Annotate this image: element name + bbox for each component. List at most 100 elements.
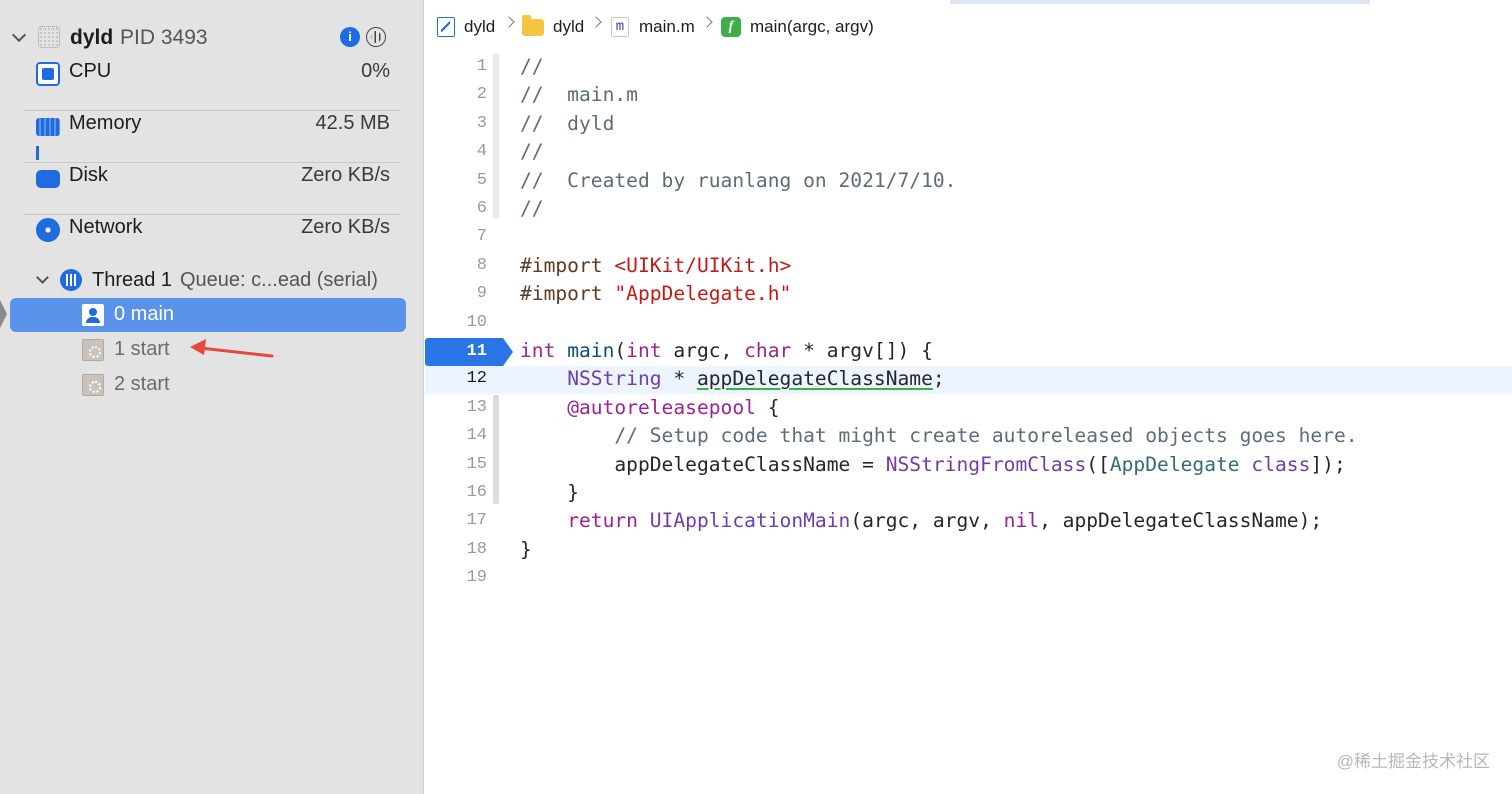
code-text[interactable]: NSString * appDelegateClassName; — [520, 367, 945, 390]
code-token: (argc, argv, — [850, 509, 1004, 533]
chevron-down-icon[interactable] — [36, 271, 49, 284]
line-number[interactable]: 15 — [425, 455, 487, 474]
code-token: main — [567, 339, 615, 362]
line-number[interactable]: 16 — [425, 483, 487, 502]
stack-frame-2[interactable]: 2 start — [10, 368, 406, 402]
breadcrumb-file[interactable]: m main.m — [611, 14, 695, 40]
info-icon[interactable]: i — [340, 27, 360, 47]
code-text[interactable]: // main.m — [520, 83, 638, 106]
line-number[interactable]: 18 — [425, 540, 487, 559]
line-number[interactable]: 12 — [425, 369, 487, 388]
code-token: "AppDelegate.h" — [614, 282, 792, 306]
line-number[interactable]: 14 — [425, 426, 487, 445]
code-token: // Created by ruanlang on 2021/7/10. — [520, 168, 957, 192]
code-text[interactable]: appDelegateClassName = NSStringFromClass… — [520, 452, 1346, 476]
breadcrumb-symbol[interactable]: f main(argc, argv) — [721, 14, 874, 40]
code-line[interactable]: 4 // — [425, 139, 1512, 167]
source-editor[interactable]: 1 // 2 // main.m 3 // dyld 4 // 5 // Created by r… — [425, 52, 1512, 794]
stack-frame-0[interactable]: 0 main — [10, 298, 406, 332]
line-number[interactable]: 7 — [425, 227, 487, 246]
code-line[interactable]: 1 // — [425, 54, 1512, 82]
code-token: #import — [520, 253, 615, 277]
network-icon — [36, 218, 60, 242]
code-line[interactable]: 18} — [425, 537, 1512, 565]
code-line[interactable]: 16 } — [425, 480, 1512, 508]
code-text[interactable]: // dyld — [520, 112, 614, 135]
line-number[interactable]: 9 — [425, 284, 487, 303]
line-number[interactable]: 4 — [425, 142, 487, 161]
code-text[interactable]: // — [520, 197, 544, 220]
code-token: <UIKit/UIKit.h> — [614, 253, 792, 277]
gauge-label: Disk — [69, 164, 108, 186]
code-token: nil — [1003, 509, 1040, 533]
line-number[interactable]: 3 — [425, 114, 487, 133]
code-line[interactable]: 10 — [425, 310, 1512, 338]
code-line[interactable]: 15 appDelegateClassName = NSStringFromCl… — [425, 452, 1512, 480]
code-text[interactable]: } — [520, 538, 532, 561]
code-text[interactable]: @autoreleasepool { — [520, 395, 779, 419]
frame-label: 2 start — [114, 373, 170, 395]
breakpoint-marker[interactable]: 11 — [425, 338, 513, 366]
code-line[interactable]: 19 — [425, 565, 1512, 593]
code-token: // dyld — [520, 111, 615, 135]
code-line[interactable]: 9 #import "AppDelegate.h" — [425, 281, 1512, 309]
gauge-cpu[interactable]: CPU 0% — [24, 58, 400, 111]
line-number[interactable]: 5 — [425, 171, 487, 190]
code-token: appDelegateClassName — [696, 367, 933, 391]
process-row[interactable]: dyld PID 3493 i — [0, 22, 400, 54]
code-line[interactable]: 6 // — [425, 196, 1512, 224]
line-number[interactable]: 2 — [425, 85, 487, 104]
code-token: class — [1251, 452, 1311, 476]
line-number[interactable]: 8 — [425, 256, 487, 275]
code-text[interactable]: // — [520, 140, 544, 163]
line-number[interactable]: 17 — [425, 511, 487, 530]
xcode-project-icon — [437, 17, 455, 37]
code-line[interactable]: 3 // dyld — [425, 111, 1512, 139]
code-line[interactable]: 17 return UIApplicationMain(argc, argv, … — [425, 508, 1512, 536]
process-icon — [38, 26, 60, 48]
code-text[interactable]: } — [520, 481, 579, 504]
code-token: return — [567, 509, 638, 533]
line-number[interactable]: 1 — [425, 57, 487, 76]
line-number[interactable]: 6 — [425, 199, 487, 218]
code-text[interactable]: int main(int argc, char * argv[]) { — [520, 339, 933, 362]
code-line[interactable]: 5 // Created by ruanlang on 2021/7/10. — [425, 168, 1512, 196]
breadcrumb-project[interactable]: dyld — [437, 14, 495, 40]
chevron-right-icon — [503, 16, 515, 28]
code-text[interactable]: return UIApplicationMain(argc, argv, nil… — [520, 509, 1322, 532]
line-number[interactable]: 10 — [425, 313, 487, 332]
disk-icon — [36, 170, 60, 188]
code-token: // — [520, 140, 544, 164]
line-number[interactable]: 13 — [425, 398, 487, 417]
code-line[interactable]: 8 #import <UIKit/UIKit.h> — [425, 253, 1512, 281]
code-line[interactable]: 2 // main.m — [425, 82, 1512, 110]
gauge-memory[interactable]: Memory 42.5 MB — [24, 110, 400, 163]
code-text[interactable]: // Setup code that might create autorele… — [520, 424, 1357, 447]
code-line[interactable]: 13 @autoreleasepool { — [425, 395, 1512, 423]
chevron-down-icon[interactable] — [11, 27, 27, 43]
code-token: @autoreleasepool — [567, 395, 756, 419]
code-token: ]); — [1310, 452, 1346, 476]
code-token: NSStringFromClass — [885, 452, 1087, 476]
breadcrumb-label: dyld — [553, 17, 585, 36]
code-text[interactable]: // Created by ruanlang on 2021/7/10. — [520, 169, 956, 192]
code-line[interactable]: 7 — [425, 224, 1512, 252]
code-token: * argv[]) { — [791, 339, 933, 362]
gauge-disk[interactable]: Disk Zero KB/s — [24, 162, 400, 215]
code-text[interactable]: #import <UIKit/UIKit.h> — [520, 254, 791, 277]
code-line[interactable]: 12 NSString * appDelegateClassName; — [425, 366, 1512, 395]
code-text[interactable]: // — [520, 55, 544, 78]
code-line[interactable]: 14 // Setup code that might create autor… — [425, 423, 1512, 451]
annotation-arrow-icon — [190, 339, 274, 358]
threads-toggle-icon[interactable] — [366, 27, 386, 47]
code-text[interactable]: #import "AppDelegate.h" — [520, 282, 791, 305]
code-line[interactable]: 11 int main(int argc, char * argv[]) { — [425, 338, 1512, 366]
gauge-network[interactable]: Network Zero KB/s — [24, 214, 400, 266]
code-token: * — [661, 367, 697, 391]
breadcrumb-group[interactable]: dyld — [522, 14, 584, 40]
code-token: ([ — [1086, 452, 1110, 476]
thread-row[interactable]: Thread 1 Queue: c...ead (serial) — [0, 266, 400, 296]
line-number[interactable]: 19 — [425, 568, 487, 587]
